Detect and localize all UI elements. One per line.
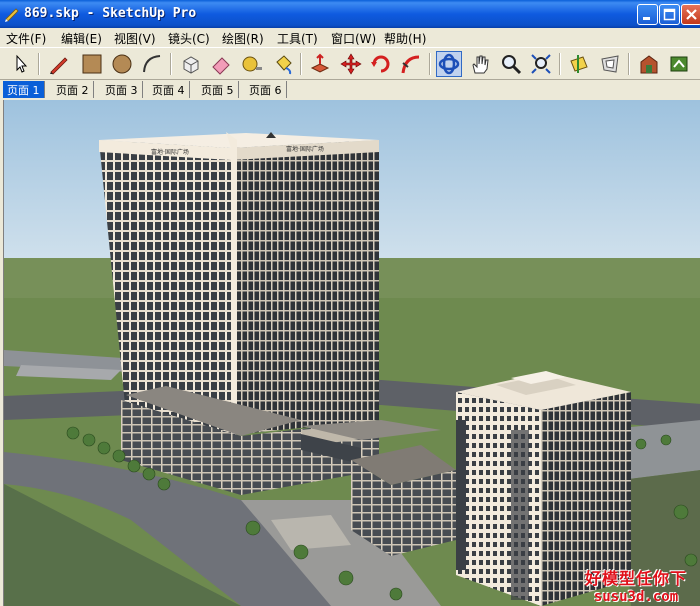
menu-help[interactable]: 帮助(H)	[384, 30, 426, 47]
zoom-extents-tool[interactable]	[528, 51, 554, 77]
push-pull-icon	[310, 53, 330, 73]
watermark-slogan: 好模型任你下	[584, 569, 687, 588]
scene-tabs: 页面 1 页面 2 页面 3 页面 4 页面 5 页面 6	[0, 80, 700, 99]
move-tool[interactable]	[338, 51, 364, 77]
circle-tool[interactable]	[109, 51, 135, 77]
pan-tool[interactable]	[467, 51, 493, 77]
tab-scene-3[interactable]: 页面 3	[101, 81, 143, 98]
orbit-icon	[438, 53, 460, 75]
close-icon	[686, 9, 697, 20]
tape-measure-tool[interactable]	[239, 51, 265, 77]
toolbar-separator	[429, 53, 431, 75]
rotate-tool[interactable]	[368, 51, 394, 77]
toolbar	[0, 47, 700, 80]
menu-edit[interactable]: 编辑(E)	[61, 30, 102, 47]
paint-bucket-icon	[276, 55, 292, 75]
close-button[interactable]	[681, 4, 700, 25]
rectangle-tool[interactable]	[79, 51, 105, 77]
toolbar-separator	[300, 53, 302, 75]
offset-icon	[601, 55, 619, 73]
section-icon	[570, 55, 588, 73]
menu-tools[interactable]: 工具(T)	[277, 30, 318, 47]
left-tower: 富地·国际广场 富地·国际广场	[99, 132, 379, 435]
arc-icon	[143, 55, 161, 73]
pencil-tool[interactable]	[46, 51, 72, 77]
warehouse-tool[interactable]	[636, 51, 662, 77]
toolbar-separator	[628, 53, 630, 75]
extension-icon	[670, 56, 688, 72]
menu-bar: 文件(F) 编辑(E) 视图(V) 镜头(C) 绘图(R) 工具(T) 窗口(W…	[0, 28, 700, 47]
zoom-extents-icon	[531, 54, 551, 74]
menu-window[interactable]: 窗口(W)	[331, 30, 376, 47]
make-component-tool[interactable]	[178, 51, 204, 77]
orbit-tool[interactable]	[436, 51, 462, 77]
menu-view[interactable]: 视图(V)	[114, 30, 156, 47]
rotate-icon	[371, 55, 390, 73]
tab-scene-1[interactable]: 页面 1	[3, 81, 45, 98]
pencil-icon	[50, 57, 68, 75]
watermark: 好模型任你下 susu3d.com	[572, 565, 700, 606]
maximize-icon	[663, 8, 676, 21]
paint-bucket-tool[interactable]	[270, 51, 296, 77]
push-pull-tool[interactable]	[307, 51, 333, 77]
sketchup-app-icon[interactable]	[4, 6, 20, 22]
maximize-button[interactable]	[659, 4, 680, 25]
building-sign-left: 富地·国际广场	[151, 148, 189, 156]
arc-tool[interactable]	[139, 51, 165, 77]
tab-scene-5[interactable]: 页面 5	[197, 81, 239, 98]
pan-icon	[472, 55, 489, 74]
toolbar-separator	[170, 53, 172, 75]
tab-scene-6[interactable]: 页面 6	[245, 81, 287, 98]
select-icon	[16, 54, 28, 73]
circle-icon	[112, 54, 132, 74]
offset-tool[interactable]	[597, 51, 623, 77]
extension-tool[interactable]	[666, 51, 692, 77]
zoom-icon	[502, 55, 522, 75]
tab-scene-2[interactable]: 页面 2	[52, 81, 94, 98]
eraser-icon	[212, 57, 230, 75]
warehouse-icon	[640, 55, 658, 74]
move-icon	[340, 53, 362, 75]
select-tool[interactable]	[8, 51, 34, 77]
toolbar-separator	[38, 53, 40, 75]
right-podium	[351, 445, 456, 556]
watermark-url: susu3d.com	[593, 589, 679, 605]
title-bar: 869.skp - SketchUp Pro	[0, 0, 700, 28]
minimize-icon	[643, 17, 650, 20]
tab-scene-4[interactable]: 页面 4	[148, 81, 190, 98]
toolbar-separator	[559, 53, 561, 75]
building-sign-right: 富地·国际广场	[286, 145, 324, 153]
follow-me-tool[interactable]	[398, 51, 424, 77]
section-tool[interactable]	[566, 51, 592, 77]
rectangle-icon	[82, 54, 102, 74]
follow-me-icon	[401, 55, 420, 74]
tape-measure-icon	[242, 56, 262, 72]
menu-draw[interactable]: 绘图(R)	[222, 30, 264, 47]
menu-file[interactable]: 文件(F)	[6, 30, 46, 47]
zoom-tool[interactable]	[498, 51, 524, 77]
make-component-icon	[183, 56, 199, 74]
minimize-button[interactable]	[637, 4, 658, 25]
menu-camera[interactable]: 镜头(C)	[168, 30, 210, 47]
window-title: 869.skp - SketchUp Pro	[24, 6, 197, 21]
model-viewport[interactable]: 富地·国际广场 富地·国际广场	[3, 100, 700, 606]
eraser-tool[interactable]	[208, 51, 234, 77]
